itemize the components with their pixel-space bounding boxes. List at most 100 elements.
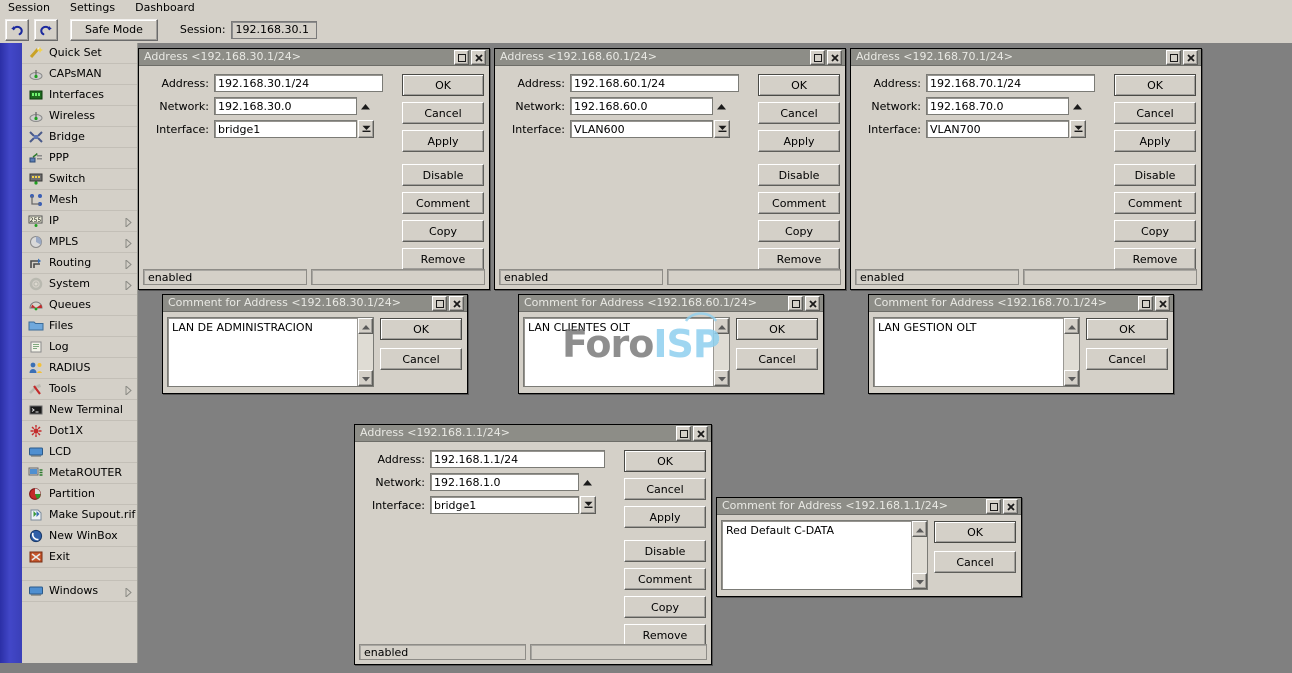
sidebar-item-exit[interactable]: Exit xyxy=(22,547,137,568)
ok-button[interactable]: OK xyxy=(934,521,1016,543)
sidebar-item-dot1x[interactable]: Dot1X xyxy=(22,421,137,442)
scroll-down-button[interactable] xyxy=(1064,370,1079,386)
scroll-down-button[interactable] xyxy=(714,370,729,386)
sidebar-item-system[interactable]: System xyxy=(22,274,137,295)
remove-button[interactable]: Remove xyxy=(402,248,484,270)
close-button[interactable] xyxy=(693,426,708,441)
interface-input[interactable]: bridge1 xyxy=(430,496,579,514)
copy-button[interactable]: Copy xyxy=(758,220,840,242)
menu-session[interactable]: Session xyxy=(0,0,60,16)
interface-input[interactable]: VLAN600 xyxy=(570,120,713,138)
close-button[interactable] xyxy=(1155,296,1170,311)
remove-button[interactable]: Remove xyxy=(1114,248,1196,270)
sidebar-item-windows[interactable]: Windows xyxy=(22,581,137,602)
cancel-button[interactable]: Cancel xyxy=(1114,102,1196,124)
comment-button[interactable]: Comment xyxy=(624,568,706,590)
apply-button[interactable]: Apply xyxy=(624,506,706,528)
disable-button[interactable]: Disable xyxy=(624,540,706,562)
copy-button[interactable]: Copy xyxy=(402,220,484,242)
comment-button[interactable]: Comment xyxy=(758,192,840,214)
comment-textarea[interactable]: Red Default C-DATA xyxy=(721,520,928,590)
close-button[interactable] xyxy=(805,296,820,311)
address-input[interactable]: 192.168.1.1/24 xyxy=(430,450,605,468)
network-input[interactable]: 192.168.30.0 xyxy=(214,97,357,115)
sidebar-item-lcd[interactable]: LCD xyxy=(22,442,137,463)
ok-button[interactable]: OK xyxy=(1086,318,1168,340)
cancel-button[interactable]: Cancel xyxy=(934,551,1016,573)
sidebar-item-mesh[interactable]: Mesh xyxy=(22,190,137,211)
window-titlebar[interactable]: Comment for Address <192.168.30.1/24> xyxy=(163,295,467,312)
sidebar-item-queues[interactable]: Queues xyxy=(22,295,137,316)
sidebar-item-new-winbox[interactable]: New WinBox xyxy=(22,526,137,547)
comment-scrollbar[interactable] xyxy=(713,318,729,386)
interface-dropdown-button[interactable] xyxy=(1070,120,1086,138)
sidebar-item-new-terminal[interactable]: New Terminal xyxy=(22,400,137,421)
network-input[interactable]: 192.168.70.0 xyxy=(926,97,1069,115)
safe-mode-button[interactable]: Safe Mode xyxy=(70,19,158,41)
comment-textarea[interactable]: LAN DE ADMINISTRACION xyxy=(167,317,374,387)
sidebar-item-mpls[interactable]: MPLS xyxy=(22,232,137,253)
window-titlebar[interactable]: Address <192.168.60.1/24> xyxy=(495,49,845,66)
close-button[interactable] xyxy=(449,296,464,311)
close-button[interactable] xyxy=(1183,50,1198,65)
comment-scrollbar[interactable] xyxy=(357,318,373,386)
window-titlebar[interactable]: Address <192.168.30.1/24> xyxy=(139,49,489,66)
cancel-button[interactable]: Cancel xyxy=(624,478,706,500)
network-expand-button[interactable] xyxy=(1069,97,1085,116)
maximize-button[interactable] xyxy=(454,50,469,65)
scroll-up-button[interactable] xyxy=(1064,318,1079,334)
sidebar-item-bridge[interactable]: Bridge xyxy=(22,127,137,148)
window-titlebar[interactable]: Comment for Address <192.168.1.1/24> xyxy=(717,498,1021,515)
interface-input[interactable]: VLAN700 xyxy=(926,120,1069,138)
sidebar-item-log[interactable]: Log xyxy=(22,337,137,358)
maximize-button[interactable] xyxy=(788,296,803,311)
scroll-down-button[interactable] xyxy=(358,370,373,386)
sidebar-item-ppp[interactable]: PPP xyxy=(22,148,137,169)
window-titlebar[interactable]: Comment for Address <192.168.70.1/24> xyxy=(869,295,1173,312)
network-input[interactable]: 192.168.1.0 xyxy=(430,473,579,491)
maximize-button[interactable] xyxy=(986,499,1001,514)
redo-button[interactable] xyxy=(34,19,58,41)
sidebar-item-ip[interactable]: 255IP xyxy=(22,211,137,232)
interface-dropdown-button[interactable] xyxy=(358,120,374,138)
remove-button[interactable]: Remove xyxy=(624,624,706,646)
network-expand-button[interactable] xyxy=(713,97,729,116)
ok-button[interactable]: OK xyxy=(1114,74,1196,96)
cancel-button[interactable]: Cancel xyxy=(758,102,840,124)
copy-button[interactable]: Copy xyxy=(1114,220,1196,242)
address-input[interactable]: 192.168.60.1/24 xyxy=(570,74,739,92)
scroll-up-button[interactable] xyxy=(714,318,729,334)
ok-button[interactable]: OK xyxy=(402,74,484,96)
disable-button[interactable]: Disable xyxy=(402,164,484,186)
network-expand-button[interactable] xyxy=(579,473,595,492)
close-button[interactable] xyxy=(471,50,486,65)
undo-button[interactable] xyxy=(5,19,29,41)
apply-button[interactable]: Apply xyxy=(1114,130,1196,152)
maximize-button[interactable] xyxy=(676,426,691,441)
sidebar-item-capsman[interactable]: CAPsMAN xyxy=(22,64,137,85)
maximize-button[interactable] xyxy=(810,50,825,65)
scroll-down-button[interactable] xyxy=(912,573,927,589)
sidebar-item-metarouter[interactable]: MetaROUTER xyxy=(22,463,137,484)
sidebar-item-quick-set[interactable]: Quick Set xyxy=(22,43,137,64)
comment-button[interactable]: Comment xyxy=(1114,192,1196,214)
interface-dropdown-button[interactable] xyxy=(580,496,596,514)
cancel-button[interactable]: Cancel xyxy=(736,348,818,370)
comment-button[interactable]: Comment xyxy=(402,192,484,214)
ok-button[interactable]: OK xyxy=(624,450,706,472)
address-input[interactable]: 192.168.30.1/24 xyxy=(214,74,383,92)
disable-button[interactable]: Disable xyxy=(1114,164,1196,186)
interface-dropdown-button[interactable] xyxy=(714,120,730,138)
window-titlebar[interactable]: Comment for Address <192.168.60.1/24> xyxy=(519,295,823,312)
sidebar-item-switch[interactable]: Switch xyxy=(22,169,137,190)
session-address-field[interactable]: 192.168.30.1 xyxy=(231,21,317,39)
sidebar-item-make-supout-rif[interactable]: Make Supout.rif xyxy=(22,505,137,526)
comment-scrollbar[interactable] xyxy=(911,521,927,589)
window-titlebar[interactable]: Address <192.168.70.1/24> xyxy=(851,49,1201,66)
sidebar-item-partition[interactable]: Partition xyxy=(22,484,137,505)
window-titlebar[interactable]: Address <192.168.1.1/24> xyxy=(355,425,711,442)
maximize-button[interactable] xyxy=(432,296,447,311)
menu-dashboard[interactable]: Dashboard xyxy=(125,0,205,16)
close-button[interactable] xyxy=(1003,499,1018,514)
maximize-button[interactable] xyxy=(1138,296,1153,311)
